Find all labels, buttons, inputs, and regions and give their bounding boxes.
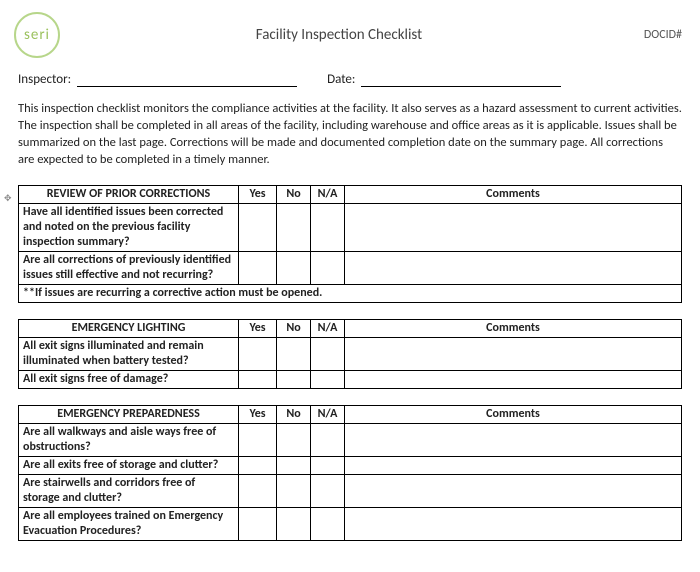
comments-cell[interactable] — [345, 203, 682, 251]
question-cell: Are all exits free of storage and clutte… — [19, 456, 239, 474]
checklist-table: EMERGENCY LIGHTINGYesNoN/AComments All ex… — [18, 319, 682, 389]
yes-cell[interactable] — [239, 370, 277, 388]
na-cell[interactable] — [311, 370, 345, 388]
question-cell: Have all identified issues been correcte… — [19, 203, 239, 251]
question-cell: Are all walkways and aisle ways free of … — [19, 423, 239, 456]
section-title: EMERGENCY LIGHTING — [19, 319, 239, 337]
column-na: N/A — [311, 405, 345, 423]
date-field: Date: — [327, 72, 561, 87]
section-note: **If issues are recurring a corrective a… — [19, 284, 682, 302]
comments-cell[interactable] — [345, 251, 682, 284]
yes-cell[interactable] — [239, 423, 277, 456]
section-title: REVIEW OF PRIOR CORRECTIONS — [19, 185, 239, 203]
column-comments: Comments — [345, 405, 682, 423]
question-cell: All exit signs free of damage? — [19, 370, 239, 388]
yes-cell[interactable] — [239, 251, 277, 284]
comments-cell[interactable] — [345, 337, 682, 370]
comments-cell[interactable] — [345, 507, 682, 540]
na-cell[interactable] — [311, 456, 345, 474]
column-yes: Yes — [239, 319, 277, 337]
table-row: Are all corrections of previously identi… — [19, 251, 682, 284]
na-cell[interactable] — [311, 337, 345, 370]
na-cell[interactable] — [311, 251, 345, 284]
tables-container: REVIEW OF PRIOR CORRECTIONSYesNoN/AComme… — [18, 185, 682, 541]
no-cell[interactable] — [277, 474, 311, 507]
yes-cell[interactable] — [239, 337, 277, 370]
table-row: All exit signs illuminated and remain il… — [19, 337, 682, 370]
column-na: N/A — [311, 319, 345, 337]
column-no: No — [277, 319, 311, 337]
na-cell[interactable] — [311, 423, 345, 456]
comments-cell[interactable] — [345, 423, 682, 456]
checklist-table: EMERGENCY PREPAREDNESSYesNoN/AComments Ar… — [18, 405, 682, 541]
date-input-line[interactable] — [361, 73, 561, 87]
inspector-input-line[interactable] — [77, 73, 297, 87]
no-cell[interactable] — [277, 370, 311, 388]
table-row: Are all employees trained on Emergency E… — [19, 507, 682, 540]
na-cell[interactable] — [311, 474, 345, 507]
na-cell[interactable] — [311, 203, 345, 251]
checklist-table: REVIEW OF PRIOR CORRECTIONSYesNoN/AComme… — [18, 185, 682, 303]
column-comments: Comments — [345, 319, 682, 337]
column-no: No — [277, 185, 311, 203]
question-cell: Are stairwells and corridors free of sto… — [19, 474, 239, 507]
no-cell[interactable] — [277, 423, 311, 456]
column-yes: Yes — [239, 405, 277, 423]
table-row: Are stairwells and corridors free of sto… — [19, 474, 682, 507]
na-cell[interactable] — [311, 507, 345, 540]
no-cell[interactable] — [277, 507, 311, 540]
column-yes: Yes — [239, 185, 277, 203]
yes-cell[interactable] — [239, 456, 277, 474]
yes-cell[interactable] — [239, 474, 277, 507]
table-note-row: **If issues are recurring a corrective a… — [19, 284, 682, 302]
date-label: Date: — [327, 72, 355, 87]
question-cell: Are all corrections of previously identi… — [19, 251, 239, 284]
logo: seri — [14, 12, 60, 58]
table-row: Are all exits free of storage and clutte… — [19, 456, 682, 474]
page-header: seri Facility Inspection Checklist DOCID… — [18, 12, 682, 58]
table-row: Are all walkways and aisle ways free of … — [19, 423, 682, 456]
no-cell[interactable] — [277, 251, 311, 284]
form-row: Inspector: Date: — [18, 72, 682, 87]
yes-cell[interactable] — [239, 203, 277, 251]
section-title: EMERGENCY PREPAREDNESS — [19, 405, 239, 423]
question-cell: Are all employees trained on Emergency E… — [19, 507, 239, 540]
table-row: Have all identified issues been correcte… — [19, 203, 682, 251]
table-row: All exit signs free of damage? — [19, 370, 682, 388]
intro-paragraph: This inspection checklist monitors the c… — [18, 101, 682, 169]
comments-cell[interactable] — [345, 370, 682, 388]
column-comments: Comments — [345, 185, 682, 203]
question-cell: All exit signs illuminated and remain il… — [19, 337, 239, 370]
inspector-label: Inspector: — [18, 72, 71, 87]
no-cell[interactable] — [277, 337, 311, 370]
column-na: N/A — [311, 185, 345, 203]
no-cell[interactable] — [277, 456, 311, 474]
comments-cell[interactable] — [345, 474, 682, 507]
yes-cell[interactable] — [239, 507, 277, 540]
comments-cell[interactable] — [345, 456, 682, 474]
inspector-field: Inspector: — [18, 72, 297, 87]
page-title: Facility Inspection Checklist — [74, 26, 644, 44]
column-no: No — [277, 405, 311, 423]
no-cell[interactable] — [277, 203, 311, 251]
docid-label: DOCID# — [644, 28, 682, 42]
